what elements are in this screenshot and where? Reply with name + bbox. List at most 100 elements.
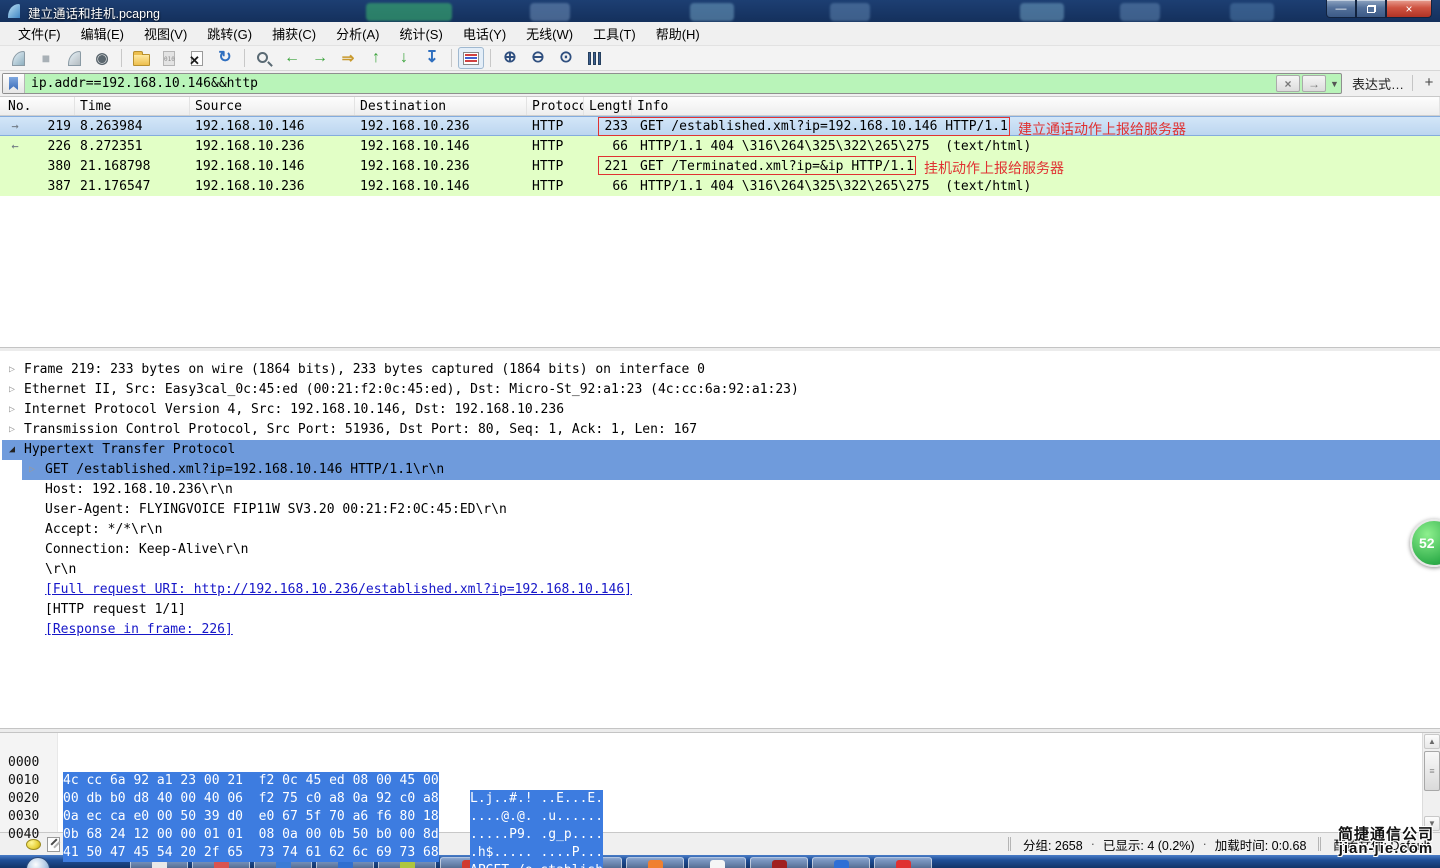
table-row[interactable]: ← 226 8.272351 192.168.10.236 192.168.10… — [0, 136, 1440, 156]
detail-tree-line[interactable]: ▷ Ethernet II, Src: Easy3cal_0c:45:ed (0… — [0, 380, 1440, 400]
detail-tree-line[interactable]: Host: 192.168.10.236\r\n — [0, 480, 1440, 500]
hex-row[interactable]: 0010 00 db b0 d8 40 00 40 06 f2 75 c0 a8… — [0, 754, 1440, 772]
minimize-button[interactable]: — — [1326, 0, 1356, 18]
hex-bytes: 0a ec ca e0 00 50 39 d0 e0 67 5f 70 a6 f… — [63, 808, 439, 826]
expander-icon[interactable]: ▷ — [9, 400, 15, 420]
filter-bookmark-button[interactable] — [3, 74, 25, 93]
find-icon — [257, 52, 268, 63]
menu-item-6[interactable]: 分析(A) — [326, 21, 389, 46]
start-button[interactable] — [26, 857, 50, 868]
detail-tree-line[interactable]: [HTTP request 1/1] — [0, 600, 1440, 620]
taskbar-app-button[interactable] — [688, 857, 746, 868]
column-header-time[interactable]: Time — [75, 97, 190, 115]
detail-tree-line[interactable]: User-Agent: FLYINGVOICE FIP11W SV3.20 00… — [0, 500, 1440, 520]
zoom-out-icon[interactable]: ⊖ — [525, 47, 551, 69]
detail-tree-line[interactable]: [Response in frame: 226] — [0, 620, 1440, 640]
menu-item-9[interactable]: 无线(W) — [516, 21, 583, 46]
window-title: 建立通话和挂机.pcapng — [28, 3, 160, 22]
titlebar-glass-blob — [366, 3, 452, 21]
taskbar-app-button[interactable] — [874, 857, 932, 868]
menu-item-4[interactable]: 跳转(G) — [197, 21, 262, 46]
filter-clear-button[interactable]: × — [1276, 75, 1300, 92]
expander-icon[interactable]: ▷ — [29, 460, 35, 480]
display-filter-field[interactable]: × → ▼ — [2, 73, 1342, 94]
filter-dropdown-arrow[interactable]: ▼ — [1328, 75, 1341, 92]
menu-item-2[interactable]: 编辑(E) — [71, 21, 134, 46]
menu-item-11[interactable]: 帮助(H) — [646, 21, 710, 46]
taskbar-app-button[interactable] — [750, 857, 808, 868]
detail-tree-line[interactable]: Accept: */*\r\n — [0, 520, 1440, 540]
taskbar-app-button[interactable] — [626, 857, 684, 868]
hex-row[interactable]: 0000 4c cc 6a 92 a1 23 00 21 f2 0c 45 ed… — [0, 736, 1440, 754]
titlebar-glass-blob — [690, 3, 734, 21]
table-row[interactable]: 380 21.168798 192.168.10.146 192.168.10.… — [0, 156, 1440, 176]
reload-icon[interactable]: ↻ — [212, 47, 238, 69]
expander-icon[interactable]: ▷ — [9, 420, 15, 440]
detail-tree-line[interactable]: ▷ GET /established.xml?ip=192.168.10.146… — [0, 460, 1440, 480]
zoom-reset-icon[interactable]: ⊙ — [553, 47, 579, 69]
stop-capture-icon[interactable]: ■ — [33, 47, 59, 69]
expression-button[interactable]: 表达式… — [1352, 74, 1404, 93]
filter-apply-button[interactable]: → — [1302, 75, 1326, 92]
go-back-icon[interactable]: ← — [279, 47, 305, 69]
resize-columns-icon[interactable] — [581, 47, 607, 69]
capture-comment-icon[interactable] — [47, 837, 60, 852]
menu-item-10[interactable]: 工具(T) — [583, 21, 646, 46]
scroll-up-icon[interactable]: ▲ — [1424, 734, 1440, 749]
reload-icon: ↻ — [218, 50, 231, 66]
detail-tree-line[interactable]: \r\n — [0, 560, 1440, 580]
hex-ascii: APGET /e stablish — [470, 862, 603, 868]
go-forward-icon[interactable]: → — [307, 47, 333, 69]
hex-scrollbar[interactable]: ▲ ≡ ▼ — [1422, 733, 1440, 832]
expander-icon[interactable]: ▷ — [9, 380, 15, 400]
go-top-icon[interactable]: ↑ — [363, 47, 389, 69]
close-file-icon[interactable]: ✕ — [184, 47, 210, 69]
table-row[interactable]: → 219 8.263984 192.168.10.146 192.168.10… — [0, 116, 1440, 136]
filter-add-button[interactable]: + — [1421, 72, 1437, 92]
column-header-source[interactable]: Source — [190, 97, 355, 115]
zoom-in-icon[interactable]: ⊕ — [497, 47, 523, 69]
table-row[interactable]: 387 21.176547 192.168.10.236 192.168.10.… — [0, 176, 1440, 196]
cell-time: 21.176547 — [75, 179, 190, 194]
detail-tree-line[interactable]: ◢ Hypertext Transfer Protocol — [0, 440, 1440, 460]
expander-icon[interactable]: ◢ — [9, 440, 15, 460]
restore-button[interactable] — [1356, 0, 1386, 18]
auto-scroll-icon[interactable]: ↧ — [419, 47, 445, 69]
column-header-length[interactable]: Length — [584, 97, 632, 115]
hex-offset: 0040 — [8, 826, 39, 844]
detail-tree-line[interactable]: [Full request URI: http://192.168.10.236… — [0, 580, 1440, 600]
column-header-destination[interactable]: Destination — [355, 97, 527, 115]
menu-item-3[interactable]: 视图(V) — [134, 21, 197, 46]
start-capture-icon[interactable] — [5, 47, 31, 69]
find-icon[interactable] — [251, 47, 277, 69]
menu-item-1[interactable]: 文件(F) — [8, 21, 71, 46]
detail-tree-line[interactable]: ▷ Internet Protocol Version 4, Src: 192.… — [0, 400, 1440, 420]
close-button[interactable]: × — [1386, 0, 1432, 18]
expander-icon[interactable]: ▷ — [9, 360, 15, 380]
display-filter-input[interactable] — [25, 74, 1276, 93]
detail-tree-line[interactable]: ▷ Transmission Control Protocol, Src Por… — [0, 420, 1440, 440]
open-file-icon[interactable] — [128, 47, 154, 69]
colorize-icon[interactable] — [458, 47, 484, 69]
column-header-info[interactable]: Info — [632, 97, 1440, 115]
go-to-packet-icon[interactable]: ⇒ — [335, 47, 361, 69]
save-file-icon[interactable]: 010 — [156, 47, 182, 69]
column-header-no[interactable]: No. — [0, 97, 75, 115]
go-bottom-icon[interactable]: ↓ — [391, 47, 417, 69]
wireshark-logo-icon — [6, 3, 22, 19]
hex-offset: 0010 — [8, 772, 39, 790]
capture-options-icon[interactable]: ◉ — [89, 47, 115, 69]
hex-bytes: 00 db b0 d8 40 00 40 06 f2 75 c0 a8 0a 9… — [63, 790, 439, 808]
column-header-protocol[interactable]: Protocol — [527, 97, 584, 115]
taskbar-app-button[interactable] — [812, 857, 870, 868]
menu-item-5[interactable]: 捕获(C) — [262, 21, 326, 46]
detail-text: GET /established.xml?ip=192.168.10.146 H… — [45, 460, 444, 480]
detail-tree-line[interactable]: ▷ Frame 219: 233 bytes on wire (1864 bit… — [0, 360, 1440, 380]
menu-item-8[interactable]: 电话(Y) — [453, 21, 516, 46]
cell-no: 219 — [30, 119, 75, 134]
detail-tree-line[interactable]: Connection: Keep-Alive\r\n — [0, 540, 1440, 560]
detail-text: Internet Protocol Version 4, Src: 192.16… — [24, 400, 564, 420]
restart-capture-icon[interactable] — [61, 47, 87, 69]
scrollbar-thumb[interactable]: ≡ — [1424, 751, 1440, 791]
menu-item-7[interactable]: 统计(S) — [389, 21, 452, 46]
